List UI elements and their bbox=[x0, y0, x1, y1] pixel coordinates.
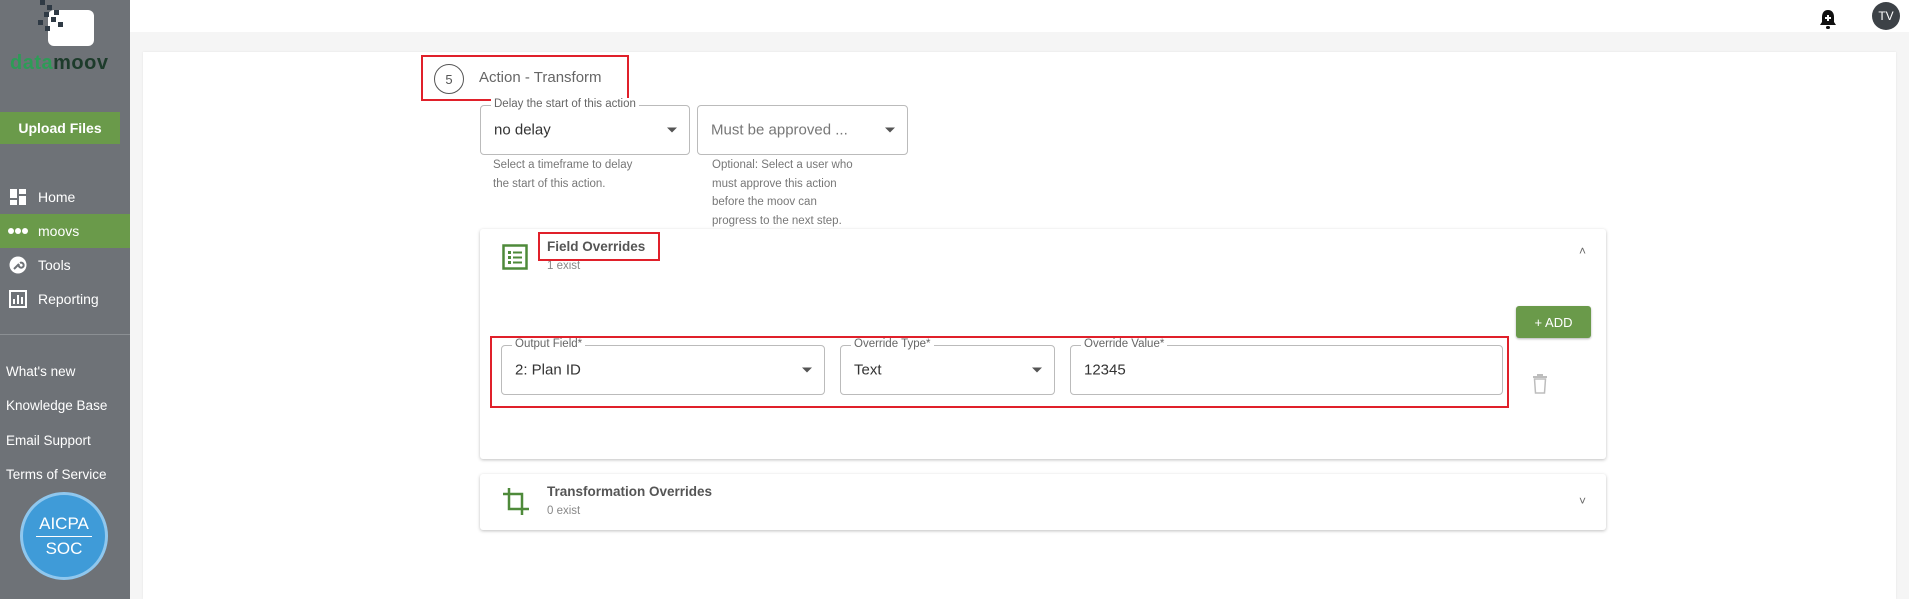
caret-down-icon bbox=[1032, 367, 1042, 373]
email-support-link[interactable]: Email Support bbox=[6, 423, 107, 458]
badge-line2: SOC bbox=[45, 538, 83, 558]
chart-icon bbox=[8, 289, 28, 309]
override-value-text: 12345 bbox=[1084, 361, 1126, 379]
sidebar-links: What's new Knowledge Base Email Support … bbox=[6, 354, 107, 492]
delay-select-label: Delay the start of this action bbox=[491, 98, 639, 110]
user-avatar[interactable]: TV bbox=[1872, 2, 1900, 30]
add-override-button[interactable]: + ADD bbox=[1516, 306, 1591, 338]
transformation-overrides-count: 0 exist bbox=[547, 505, 581, 517]
output-field-value: 2: Plan ID bbox=[515, 361, 581, 379]
chevron-up-icon[interactable]: ˄ bbox=[1579, 244, 1586, 258]
transformation-overrides-panel[interactable]: Transformation Overrides 0 exist ˅ bbox=[480, 474, 1606, 530]
approval-select-placeholder: Must be approved ... bbox=[711, 121, 848, 139]
knowledge-base-link[interactable]: Knowledge Base bbox=[6, 389, 107, 424]
logo-text-data: data bbox=[10, 52, 54, 74]
helper-line: the start of this action. bbox=[493, 177, 606, 190]
badge-divider bbox=[36, 535, 92, 537]
helper-line: must approve this action bbox=[712, 177, 837, 190]
badge-line1: AICPA bbox=[39, 513, 89, 533]
helper-line: progress to the next step. bbox=[712, 214, 842, 227]
override-value-label: Override Value* bbox=[1081, 338, 1168, 350]
dots-icon bbox=[8, 221, 28, 241]
transformation-overrides-title: Transformation Overrides bbox=[547, 484, 713, 499]
chevron-down-icon[interactable]: ˅ bbox=[1579, 494, 1586, 508]
caret-down-icon bbox=[885, 127, 895, 133]
caret-down-icon bbox=[667, 127, 677, 133]
notification-bell-icon[interactable] bbox=[1818, 9, 1838, 31]
helper-line: Select a timeframe to delay bbox=[493, 159, 633, 171]
approval-select[interactable]: Must be approved ... bbox=[697, 105, 908, 155]
helper-line: before the moov can bbox=[712, 196, 817, 208]
dashboard-icon bbox=[8, 187, 28, 207]
override-type-select[interactable]: Override Type* Text bbox=[840, 338, 1055, 395]
logo-wordmark: datamoov bbox=[10, 52, 108, 75]
sidebar-divider bbox=[0, 334, 130, 335]
upload-files-button[interactable]: Upload Files bbox=[0, 112, 120, 144]
sidebar-item-label: Reporting bbox=[38, 291, 99, 307]
sidebar-item-label: Tools bbox=[38, 257, 71, 273]
list-icon bbox=[502, 244, 528, 270]
sidebar: datamoov Upload Files Home moovs Tools R… bbox=[0, 0, 130, 599]
highlight-field-overrides-title bbox=[538, 232, 660, 261]
output-field-select[interactable]: Output Field* 2: Plan ID bbox=[501, 338, 825, 395]
top-bar bbox=[130, 0, 1909, 32]
sidebar-item-home[interactable]: Home bbox=[0, 180, 130, 214]
override-type-value: Text bbox=[854, 361, 882, 379]
sidebar-item-tools[interactable]: Tools bbox=[0, 248, 130, 282]
crop-icon bbox=[503, 488, 529, 515]
sidebar-item-moovs[interactable]: moovs bbox=[0, 214, 130, 248]
terms-of-service-link[interactable]: Terms of Service bbox=[6, 458, 107, 493]
delay-helper-text: Select a timeframe to delay the start of… bbox=[493, 156, 632, 193]
logo-text-moov: moov bbox=[53, 52, 109, 74]
trash-icon[interactable] bbox=[1532, 374, 1548, 394]
aicpa-soc-badge: AICPA SOC bbox=[20, 492, 108, 580]
field-overrides-count: 1 exist bbox=[547, 260, 581, 272]
caret-down-icon bbox=[802, 367, 812, 373]
delay-select[interactable]: Delay the start of this action no delay bbox=[480, 98, 690, 155]
override-type-label: Override Type* bbox=[851, 338, 934, 350]
helper-line: Optional: Select a user who bbox=[712, 159, 853, 171]
approval-helper-text: Optional: Select a user who must approve… bbox=[712, 156, 853, 230]
sidebar-nav: Home moovs Tools Reporting bbox=[0, 180, 130, 316]
sidebar-item-label: Home bbox=[38, 189, 76, 205]
sidebar-item-label: moovs bbox=[38, 223, 80, 239]
wrench-icon bbox=[8, 255, 28, 275]
step-number: 5 bbox=[434, 64, 464, 94]
whats-new-link[interactable]: What's new bbox=[6, 354, 107, 389]
delay-select-value: no delay bbox=[494, 121, 551, 139]
override-value-input[interactable]: Override Value* 12345 bbox=[1070, 338, 1503, 395]
output-field-label: Output Field* bbox=[512, 338, 586, 350]
step-title: Action - Transform bbox=[479, 69, 602, 86]
sidebar-item-reporting[interactable]: Reporting bbox=[0, 282, 130, 316]
